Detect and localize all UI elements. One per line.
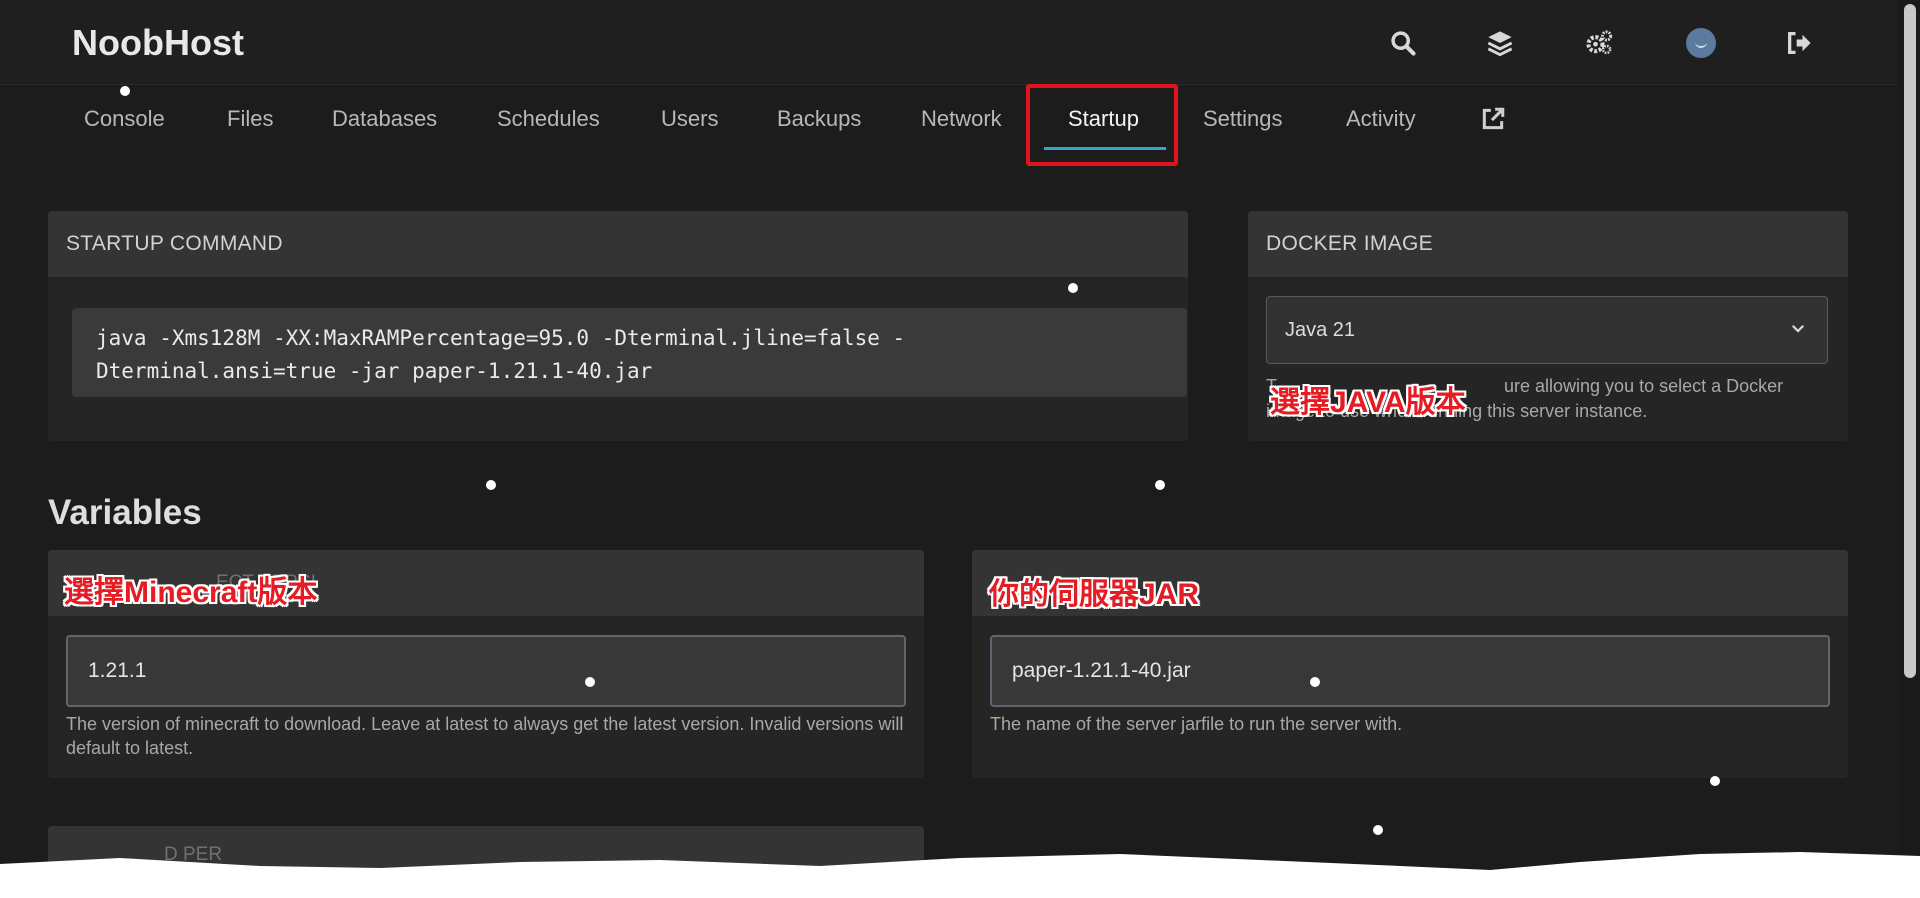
marker-dot — [585, 677, 595, 687]
startup-tab-highlight — [1026, 84, 1178, 166]
page-scrollbar[interactable] — [1898, 0, 1920, 898]
tab-schedules[interactable]: Schedules — [497, 106, 600, 132]
layers-icon[interactable] — [1483, 26, 1517, 60]
docker-image-select[interactable]: Java 21 — [1266, 296, 1828, 364]
tab-activity[interactable]: Activity — [1346, 106, 1416, 132]
chevron-down-icon — [1791, 324, 1805, 333]
server-jar-input[interactable]: paper-1.21.1-40.jar — [990, 635, 1830, 707]
docker-annotation: 選擇JAVA版本 — [1270, 386, 1466, 419]
marker-dot — [1068, 283, 1078, 293]
minecraft-version-annotation: 選擇Minecraft版本 — [64, 576, 318, 609]
marker-dot — [120, 86, 130, 96]
docker-help-right: ure allowing you to select a Docker — [1504, 376, 1784, 396]
marker-dot — [1710, 776, 1720, 786]
startup-command-card: STARTUP COMMAND java -Xms128M -XX:MaxRAM… — [48, 211, 1188, 441]
tab-settings[interactable]: Settings — [1203, 106, 1283, 132]
external-link-icon[interactable] — [1480, 106, 1506, 132]
marker-dot — [1310, 677, 1320, 687]
startup-command-title: STARTUP COMMAND — [48, 211, 1188, 277]
scrollbar-thumb[interactable] — [1904, 4, 1916, 678]
cogs-icon[interactable] — [1582, 26, 1616, 60]
docker-image-title: DOCKER IMAGE — [1248, 211, 1848, 277]
avatar[interactable] — [1686, 28, 1716, 58]
marker-dot — [486, 480, 496, 490]
startup-command-text: java -Xms128M -XX:MaxRAMPercentage=95.0 … — [72, 308, 1187, 397]
tab-files[interactable]: Files — [227, 106, 273, 132]
tab-console[interactable]: Console — [84, 106, 165, 132]
tab-users[interactable]: Users — [661, 106, 718, 132]
variables-heading: Variables — [48, 493, 202, 532]
marker-dot — [1373, 825, 1383, 835]
sign-out-icon[interactable] — [1782, 26, 1816, 60]
torn-edge — [0, 852, 1920, 898]
top-navbar: NoobHost — [0, 0, 1898, 85]
docker-image-selected: Java 21 — [1285, 319, 1356, 341]
minecraft-version-input[interactable]: 1.21.1 — [66, 635, 906, 707]
tab-backups[interactable]: Backups — [777, 106, 861, 132]
server-jar-annotation: 你的伺服器JAR — [989, 578, 1200, 611]
server-tabs: Console Files Databases Schedules Users … — [0, 84, 1898, 170]
tab-network[interactable]: Network — [921, 106, 1002, 132]
tab-databases[interactable]: Databases — [332, 106, 437, 132]
search-icon[interactable] — [1386, 26, 1420, 60]
marker-dot — [1155, 480, 1165, 490]
brand-name[interactable]: NoobHost — [72, 22, 244, 64]
minecraft-version-help: The version of minecraft to download. Le… — [66, 714, 904, 758]
server-jar-help: The name of the server jarfile to run th… — [990, 714, 1403, 734]
